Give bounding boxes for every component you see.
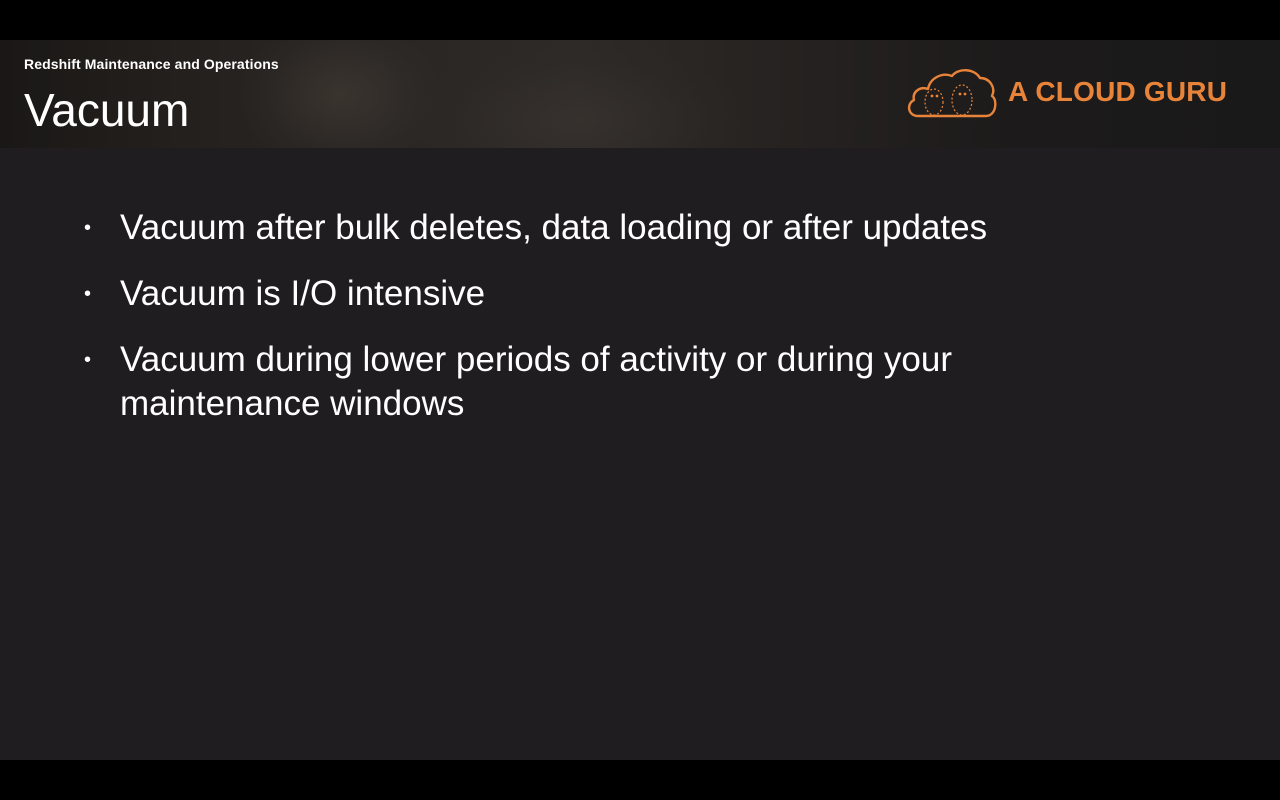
bullet-marker: • bbox=[84, 283, 92, 305]
bullet-text: Vacuum during lower periods of activity … bbox=[120, 340, 952, 423]
bullet-marker: • bbox=[84, 217, 92, 239]
brand-logo-text: A CLOUD GURU bbox=[1008, 76, 1228, 107]
bullet-item: • Vacuum during lower periods of activit… bbox=[84, 338, 1020, 426]
cloud-icon bbox=[907, 69, 997, 118]
bullet-text: Vacuum is I/O intensive bbox=[120, 274, 486, 313]
slide-header: Redshift Maintenance and Operations Vacu… bbox=[0, 40, 1280, 148]
presentation-slide: Redshift Maintenance and Operations Vacu… bbox=[0, 40, 1280, 760]
bullet-item: • Vacuum after bulk deletes, data loadin… bbox=[84, 206, 1184, 250]
slide-subtitle: Redshift Maintenance and Operations bbox=[24, 56, 279, 72]
bullet-marker: • bbox=[84, 349, 92, 371]
letterbox-top bbox=[0, 0, 1280, 40]
bullet-text: Vacuum after bulk deletes, data loading … bbox=[120, 208, 988, 247]
bullet-item: • Vacuum is I/O intensive bbox=[84, 272, 1184, 316]
brand-logo: A CLOUD GURU bbox=[904, 66, 1244, 126]
bullet-list: • Vacuum after bulk deletes, data loadin… bbox=[84, 206, 1184, 448]
letterbox-bottom bbox=[0, 760, 1280, 800]
slide-title: Vacuum bbox=[24, 84, 190, 136]
background-photo-shape bbox=[420, 50, 740, 148]
